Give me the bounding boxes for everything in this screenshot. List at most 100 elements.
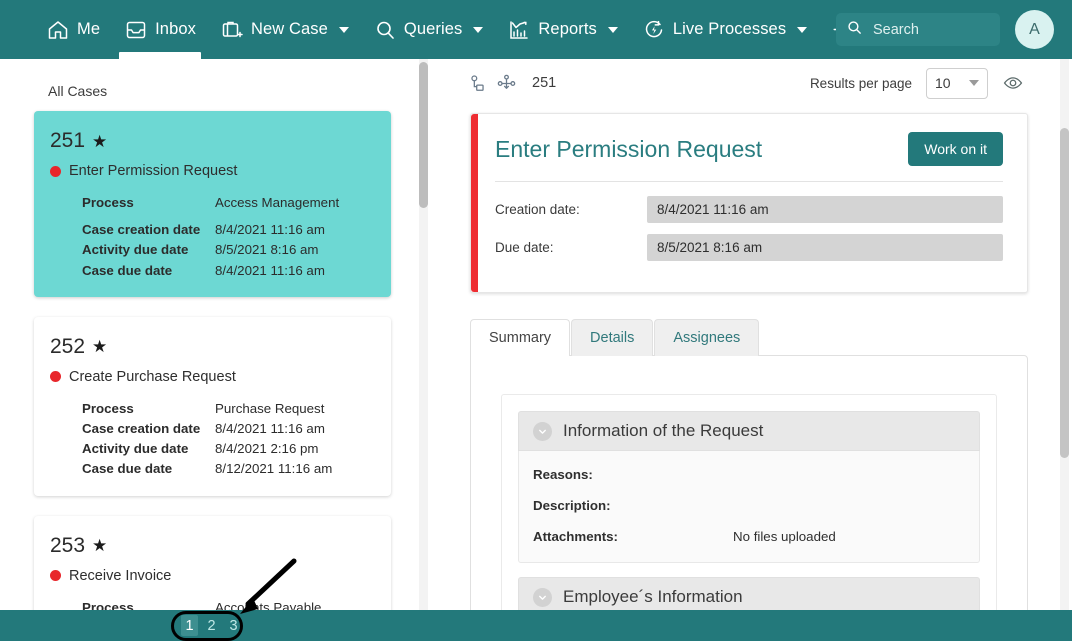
case-card-252[interactable]: 252 ★ Create Purchase Request Process Pu… (34, 316, 391, 496)
case-field-row: Activity due date 8/4/2021 2:16 pm (82, 439, 375, 459)
pagination-page-2[interactable]: 2 (203, 615, 220, 636)
form-value: No files uploaded (733, 529, 836, 544)
accordion-header-information-of-the-request[interactable]: Information of the Request (518, 411, 980, 451)
nav-item-queries[interactable]: Queries (361, 0, 495, 59)
status-dot-icon (50, 570, 61, 582)
case-field-row: Case creation date 8/4/2021 11:16 am (82, 220, 375, 240)
detail-case-number: 251 (532, 75, 557, 91)
field-key: Process (82, 195, 134, 210)
form-key: Attachments: (533, 529, 618, 544)
field-key: Case creation date (82, 421, 201, 437)
case-id-label: 253 (50, 533, 86, 557)
case-id: 253 ★ (50, 534, 375, 558)
reports-chart-icon (507, 18, 531, 42)
field-value: 8/12/2021 11:16 am (215, 461, 333, 477)
case-relations-icon[interactable] (468, 74, 487, 93)
detail-pane-scrollbar-thumb[interactable] (1060, 128, 1069, 458)
case-field-row: Process Access Management (82, 193, 375, 213)
detail-key: Creation date: (495, 202, 580, 217)
results-per-page-label: Results per page (809, 75, 912, 91)
case-activity-label: Create Purchase Request (69, 368, 236, 385)
all-cases-title: All Cases (48, 83, 108, 99)
star-icon[interactable]: ★ (92, 133, 107, 150)
case-activity-label: Receive Invoice (69, 567, 172, 584)
nav-item-new-case[interactable]: New Case (208, 0, 361, 59)
tab-assignees[interactable]: Assignees (654, 319, 760, 356)
nav-item-reports[interactable]: Reports (495, 0, 629, 59)
field-key: Activity due date (82, 242, 189, 258)
case-detail-card: Enter Permission Request Work on it Crea… (470, 113, 1028, 293)
process-map-icon[interactable] (497, 74, 516, 93)
form-value (733, 498, 965, 513)
detail-toolbar: 251 Results per page 10 (440, 59, 1058, 107)
tab-summary[interactable]: Summary (470, 319, 571, 356)
form-value (733, 467, 965, 482)
field-key: Process (82, 400, 134, 416)
case-list-pane: All Cases 251 ★ Enter Permission Request… (0, 59, 425, 641)
detail-value: 8/4/2021 11:16 am (647, 196, 1003, 223)
detail-toolbar-right: Results per page 10 (809, 67, 1054, 99)
field-value: 8/4/2021 2:16 pm (215, 441, 319, 457)
divider (495, 181, 1003, 182)
nav-items: Me Inbox New Case Queries Reports Live P… (0, 0, 888, 59)
nav-label-reports: Reports (538, 20, 597, 39)
chevron-down-icon (969, 80, 979, 86)
case-card-251[interactable]: 251 ★ Enter Permission Request Process A… (34, 111, 391, 297)
bottom-bar (0, 610, 1072, 641)
status-dot-icon (50, 371, 61, 383)
home-icon (46, 18, 70, 42)
tab-panel-summary: Information of the Request Reasons: Desc… (470, 355, 1028, 641)
pagination-page-1[interactable]: 1 (181, 615, 198, 636)
detail-pane-scrollbar[interactable] (1060, 59, 1069, 641)
case-id-label: 252 (50, 334, 86, 358)
inbox-icon (124, 18, 148, 42)
nav-label-live-processes: Live Processes (672, 20, 787, 39)
star-icon[interactable]: ★ (92, 338, 107, 355)
nav-item-inbox[interactable]: Inbox (112, 0, 208, 59)
pagination-page-3[interactable]: 3 (225, 615, 242, 636)
nav-label-new-case: New Case (251, 20, 328, 39)
case-detail-title: Enter Permission Request (495, 135, 763, 162)
search-input[interactable] (871, 20, 991, 39)
left-pane-scrollbar[interactable] (419, 59, 428, 641)
search-box[interactable] (836, 13, 1000, 46)
form-row-description: Description: (533, 498, 965, 513)
detail-key: Due date: (495, 240, 554, 255)
field-value: Purchase Request (215, 400, 325, 416)
detail-value: 8/5/2021 8:16 am (647, 234, 1003, 261)
field-key: Activity due date (82, 441, 189, 457)
chevron-down-icon (607, 26, 618, 33)
case-fields: Process Access Management Case creation … (50, 193, 375, 281)
case-list: 251 ★ Enter Permission Request Process A… (0, 111, 425, 634)
field-key: Case due date (82, 262, 173, 278)
chevron-down-icon (338, 26, 349, 33)
accordion-body-information-of-the-request: Reasons: Description: Attachments: No fi… (518, 451, 980, 563)
eye-icon[interactable] (1002, 72, 1024, 94)
case-activity: Enter Permission Request (50, 163, 375, 179)
nav-label-queries: Queries (403, 20, 463, 39)
avatar-initial: A (1029, 20, 1040, 38)
field-value: 8/4/2021 11:16 am (215, 421, 325, 437)
search-icon (373, 18, 397, 42)
accordion-title: Employee´s Information (563, 587, 743, 606)
left-pane-scrollbar-thumb[interactable] (419, 62, 428, 208)
field-key: Case due date (82, 461, 173, 477)
work-on-it-button[interactable]: Work on it (908, 132, 1003, 166)
case-field-row: Case creation date 8/4/2021 11:16 am (82, 419, 375, 439)
nav-item-live-processes[interactable]: Live Processes (630, 0, 819, 59)
star-icon[interactable]: ★ (92, 537, 107, 554)
case-field-row: Process Purchase Request (82, 399, 375, 419)
results-per-page-select[interactable]: 10 (926, 67, 988, 99)
form-row-reasons: Reasons: (533, 467, 965, 482)
top-navigation-bar: Me Inbox New Case Queries Reports Live P… (0, 0, 1072, 59)
case-activity: Receive Invoice (50, 568, 375, 584)
pagination: 1 2 3 (181, 610, 242, 641)
chevron-down-icon (533, 421, 552, 441)
summary-form: Information of the Request Reasons: Desc… (501, 394, 997, 641)
avatar[interactable]: A (1015, 10, 1054, 49)
form-key: Description: (533, 498, 611, 513)
tab-details[interactable]: Details (571, 319, 654, 356)
field-value: 8/4/2021 11:16 am (215, 222, 325, 238)
nav-item-me[interactable]: Me (34, 0, 112, 59)
status-dot-icon (50, 165, 61, 177)
